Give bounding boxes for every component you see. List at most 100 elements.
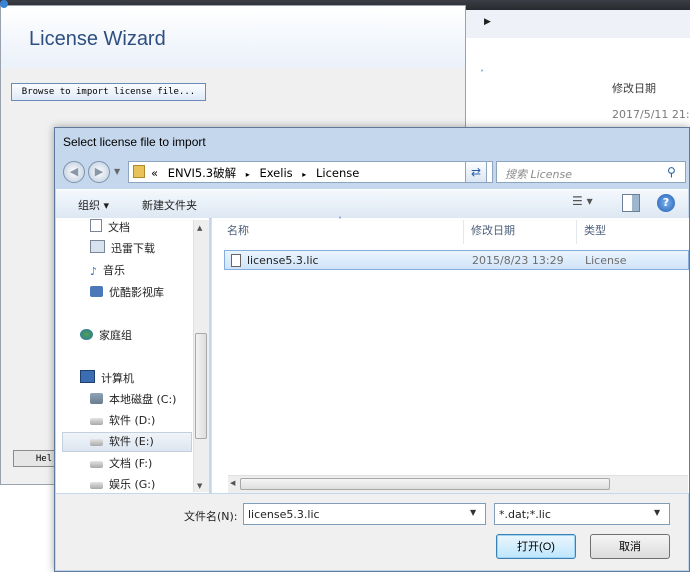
nav-item-label: 家庭组 bbox=[99, 329, 132, 342]
column-header-type[interactable]: 类型 bbox=[584, 222, 606, 240]
refresh-icon: ⇄ bbox=[470, 165, 482, 179]
music-icon: ♪ bbox=[90, 265, 98, 278]
sort-indicator-icon: ˄ bbox=[480, 69, 484, 78]
filename-dropdown-icon[interactable]: ▼ bbox=[470, 508, 476, 517]
navigation-pane: 文档 迅雷下载 ♪ 音乐 优酷影视库 家庭组 计算机 本地磁盘 (C:) 软件 (… bbox=[56, 218, 209, 493]
arrow-right-icon: ▶ bbox=[94, 165, 104, 178]
video-library-icon bbox=[90, 286, 103, 297]
nav-item-label: 音乐 bbox=[103, 264, 126, 277]
dialog-title: Select license file to import bbox=[63, 135, 206, 149]
preview-pane-button[interactable] bbox=[622, 194, 640, 212]
nav-item-drive-d[interactable]: 软件 (D:) bbox=[90, 411, 155, 431]
folder-icon bbox=[133, 165, 145, 178]
file-row[interactable]: license5.3.lic 2015/8/23 13:29 License bbox=[224, 250, 689, 270]
horizontal-scrollbar-thumb[interactable] bbox=[240, 478, 610, 490]
breadcrumb-separator: ▸ bbox=[302, 170, 307, 179]
breadcrumb-overflow[interactable]: « bbox=[151, 166, 158, 180]
navigation-scrollbar[interactable]: ▲ ▼ bbox=[193, 220, 209, 492]
nav-item-label: 娱乐 (G:) bbox=[109, 478, 156, 491]
column-divider[interactable] bbox=[463, 220, 464, 244]
background-window-toolbar: ▶ bbox=[466, 10, 690, 39]
back-button[interactable]: ◀ bbox=[63, 161, 85, 183]
recent-locations-dropdown-icon[interactable]: ▼ bbox=[114, 167, 120, 176]
computer-icon bbox=[80, 370, 95, 383]
file-icon bbox=[231, 254, 241, 267]
nav-item-label: 迅雷下载 bbox=[111, 242, 155, 255]
select-license-dialog: Select license file to import ◀ ▶ ▼ « EN… bbox=[54, 127, 690, 572]
column-divider[interactable] bbox=[576, 220, 577, 244]
document-icon bbox=[90, 219, 102, 232]
refresh-button[interactable]: ⇄ bbox=[465, 161, 487, 183]
scrollbar-thumb[interactable] bbox=[195, 333, 207, 439]
forward-button[interactable]: ▶ bbox=[88, 161, 110, 183]
nav-item-thunder-download[interactable]: 迅雷下载 bbox=[90, 239, 155, 259]
nav-item-homegroup[interactable]: 家庭组 bbox=[80, 326, 132, 346]
scroll-up-icon[interactable]: ▲ bbox=[197, 224, 202, 232]
cancel-button[interactable]: 取消 bbox=[590, 534, 670, 559]
nav-item-drive-f[interactable]: 文档 (F:) bbox=[90, 454, 152, 474]
arrow-left-icon: ◀ bbox=[69, 165, 79, 178]
nav-item-drive-c[interactable]: 本地磁盘 (C:) bbox=[90, 390, 176, 410]
search-input[interactable]: 搜索 License ⚲ bbox=[496, 161, 686, 183]
open-button[interactable]: 打开(O) bbox=[496, 534, 576, 559]
address-bar[interactable]: « ENVI5.3破解 ▸ Exelis ▸ License ▼ bbox=[128, 161, 493, 183]
preview-pane-icon bbox=[632, 195, 639, 211]
new-folder-button[interactable]: 新建文件夹 bbox=[142, 197, 197, 213]
nav-item-label: 本地磁盘 (C:) bbox=[109, 393, 177, 406]
license-wizard-header: License Wizard bbox=[1, 6, 465, 68]
file-modified: 2015/8/23 13:29 bbox=[472, 254, 564, 267]
help-icon[interactable]: ? bbox=[657, 194, 675, 212]
search-icon[interactable]: ⚲ bbox=[667, 165, 676, 179]
chevron-right-icon: ▶ bbox=[484, 17, 491, 27]
breadcrumb-segment[interactable]: ENVI5.3破解 bbox=[168, 166, 236, 180]
dialog-toolbar: 组织 ▾ 新建文件夹 ☰ ▾ ? bbox=[56, 189, 688, 219]
drive-icon bbox=[90, 439, 103, 446]
column-header-modified[interactable]: 修改日期 bbox=[471, 222, 515, 240]
filetype-dropdown-icon[interactable]: ▼ bbox=[654, 508, 660, 517]
sort-ascending-icon: ˄ bbox=[338, 216, 342, 225]
filename-input[interactable]: license5.3.lic bbox=[243, 503, 486, 525]
scroll-down-icon[interactable]: ▼ bbox=[197, 482, 202, 490]
nav-item-computer[interactable]: 计算机 bbox=[80, 369, 134, 389]
homegroup-icon bbox=[80, 329, 93, 340]
dialog-footer: 文件名(N): license5.3.lic ▼ *.dat;*.lic ▼ 打… bbox=[56, 494, 688, 570]
background-window-list: 修改日期 2017/5/11 21:3 ˄ bbox=[466, 38, 690, 128]
nav-item-drive-e[interactable]: 软件 (E:) bbox=[90, 432, 154, 452]
filetype-select[interactable]: *.dat;*.lic bbox=[494, 503, 670, 525]
nav-item-label: 软件 (D:) bbox=[109, 414, 156, 427]
address-breadcrumb: « ENVI5.3破解 ▸ Exelis ▸ License bbox=[151, 165, 359, 181]
drive-icon bbox=[90, 461, 103, 468]
nav-item-label: 计算机 bbox=[101, 372, 134, 385]
app-icon bbox=[0, 0, 8, 8]
nav-item-label: 软件 (E:) bbox=[109, 435, 154, 448]
file-type: License bbox=[585, 254, 627, 267]
breadcrumb-separator: ▸ bbox=[245, 170, 250, 179]
nav-item-label: 优酷影视库 bbox=[109, 286, 164, 299]
download-icon bbox=[90, 240, 105, 253]
search-placeholder: 搜索 License bbox=[505, 168, 572, 181]
background-column-header: 修改日期 bbox=[612, 82, 656, 95]
view-list-icon: ☰ ▾ bbox=[572, 194, 593, 208]
view-options-button[interactable]: ☰ ▾ bbox=[572, 194, 606, 212]
organize-button[interactable]: 组织 ▾ bbox=[78, 197, 109, 213]
drive-icon bbox=[90, 418, 103, 425]
browse-license-button[interactable]: Browse to import license file... bbox=[11, 83, 206, 101]
scroll-left-icon[interactable]: ◀ bbox=[230, 479, 235, 487]
file-list-horizontal-scrollbar[interactable]: ◀ bbox=[228, 475, 688, 493]
breadcrumb-segment[interactable]: Exelis bbox=[259, 166, 292, 180]
nav-item-drive-g[interactable]: 娱乐 (G:) bbox=[90, 475, 155, 493]
nav-item-label: 文档 (F:) bbox=[109, 457, 153, 470]
disk-icon bbox=[90, 393, 103, 404]
nav-item-music[interactable]: ♪ 音乐 bbox=[90, 261, 125, 281]
filename-value: license5.3.lic bbox=[248, 508, 320, 521]
nav-item-label: 文档 bbox=[108, 221, 130, 234]
nav-item-documents[interactable]: 文档 bbox=[90, 218, 130, 238]
nav-item-youku[interactable]: 优酷影视库 bbox=[90, 283, 164, 303]
license-wizard-title: License Wizard bbox=[29, 28, 166, 50]
column-header-name[interactable]: 名称 bbox=[227, 222, 249, 240]
background-row-date: 2017/5/11 21:3 bbox=[612, 108, 690, 121]
file-list: ˄ 名称 修改日期 类型 license5.3.lic 2015/8/23 13… bbox=[211, 216, 689, 493]
breadcrumb-segment[interactable]: License bbox=[316, 166, 359, 180]
filetype-value: *.dat;*.lic bbox=[499, 508, 551, 521]
file-name: license5.3.lic bbox=[247, 254, 319, 267]
